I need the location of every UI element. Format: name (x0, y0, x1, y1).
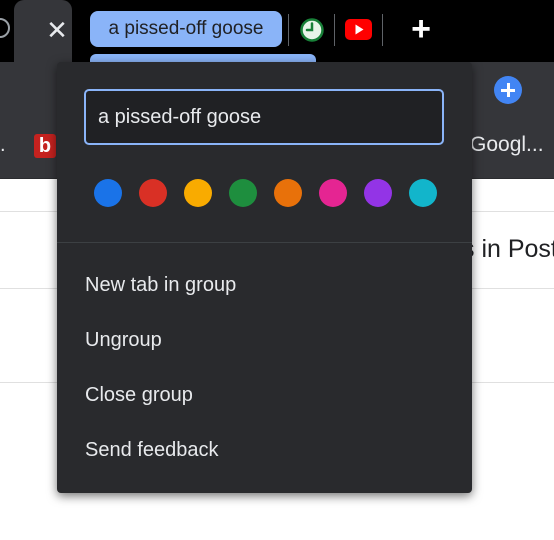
bookmark-partial[interactable]: . (0, 135, 6, 159)
menu-divider (57, 242, 472, 243)
color-swatch-yellow[interactable] (184, 179, 212, 207)
tab-group-underline (90, 54, 316, 62)
new-tab-plus-icon[interactable]: + (406, 12, 436, 46)
new-tab-in-group-item[interactable]: New tab in group (57, 261, 472, 309)
tab-group-editor: New tab in group Ungroup Close group Sen… (57, 62, 472, 493)
color-swatch-pink[interactable] (319, 179, 347, 207)
add-circle-icon[interactable] (494, 76, 522, 104)
color-swatch-green[interactable] (229, 179, 257, 207)
send-feedback-item[interactable]: Send feedback (57, 426, 472, 474)
active-tab[interactable]: ✕ (14, 0, 72, 62)
bookmark-google[interactable]: Googl... (470, 128, 554, 162)
page-card-text: s in Post (462, 235, 554, 263)
group-title-input[interactable] (84, 89, 444, 145)
ungroup-item[interactable]: Ungroup (57, 316, 472, 364)
color-swatch-cyan[interactable] (409, 179, 437, 207)
youtube-icon[interactable] (345, 19, 372, 40)
tab-group-chip[interactable]: a pissed-off goose (90, 11, 282, 47)
close-icon[interactable]: ✕ (46, 16, 68, 44)
color-swatch-red[interactable] (139, 179, 167, 207)
more-menu-icon[interactable]: ⋮ (546, 76, 554, 102)
close-group-item[interactable]: Close group (57, 371, 472, 419)
color-swatch-purple[interactable] (364, 179, 392, 207)
clock-icon[interactable] (300, 18, 324, 42)
tab-strip: ✕ a pissed-off goose + (0, 0, 554, 62)
tab-favicon-icon (0, 18, 10, 38)
tab-separator (334, 14, 335, 46)
tab-separator (382, 14, 383, 46)
tab-separator (288, 14, 289, 46)
bookmark-b-icon[interactable]: b (34, 134, 56, 158)
color-swatch-orange[interactable] (274, 179, 302, 207)
color-swatch-blue[interactable] (94, 179, 122, 207)
